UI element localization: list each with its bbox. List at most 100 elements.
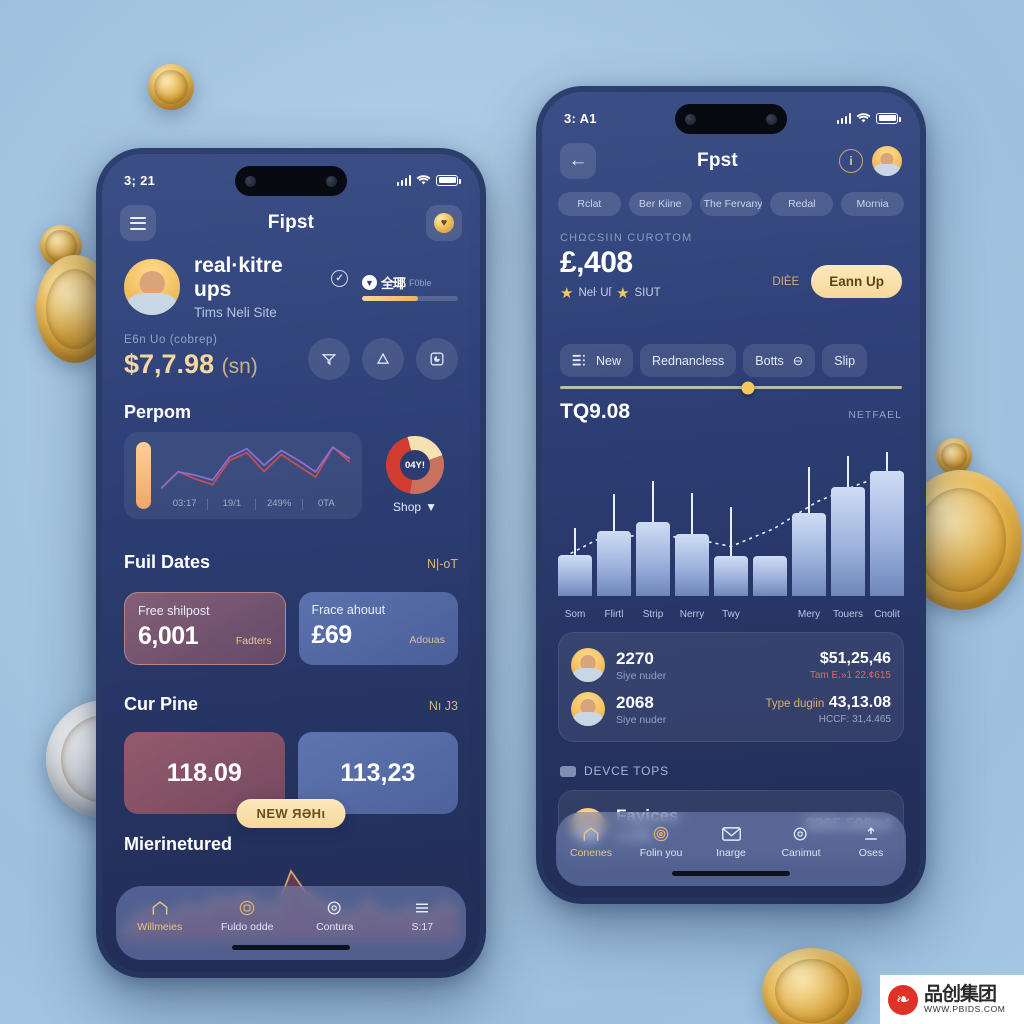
shop-dropdown[interactable]: Shop ▼ [393, 500, 437, 514]
table-row[interactable]: 2068 Siye nuder Type dugiin 43,13.08 HCC… [571, 687, 891, 731]
row-sub: HCCF: 31,4.465 [818, 713, 891, 725]
stat-tile-label: Free shilpost [138, 604, 210, 618]
row-amount: $51,25,46 [819, 649, 891, 667]
nav-item-comment[interactable]: Canimut [770, 824, 832, 859]
device-notch [675, 104, 787, 134]
filter-chip[interactable]: Mornia [841, 192, 904, 216]
bar-category-label: Touers [832, 609, 863, 620]
nav-label: Oses [858, 847, 884, 859]
filter-chip[interactable]: Redal [770, 192, 834, 216]
nav-item-uses[interactable]: Oses [840, 824, 902, 859]
coin-icon-button[interactable]: ♥ [425, 205, 462, 241]
range-slider[interactable] [560, 381, 902, 394]
status-indicators [836, 112, 901, 124]
coin-icon: ♥ [433, 213, 454, 233]
back-arrow-icon[interactable]: ← [560, 143, 596, 179]
profile-text: real·kitre ups ✓ Tims Neli Site [194, 254, 348, 320]
nav-item-home[interactable]: Conenes [560, 824, 622, 859]
fuil-dates-header: Fuil Dates N|-oT [124, 552, 458, 573]
swap-button[interactable] [362, 338, 404, 380]
fuil-dates-more-link[interactable]: N|-oT [427, 557, 458, 571]
back-arrow-glyph: ← [568, 150, 588, 171]
bar-wick [613, 494, 615, 531]
nav-item-funds[interactable]: Fuldo odde [210, 898, 284, 933]
left-bottom-nav: Willmeies Fuldo odde Contura S:17 [116, 886, 466, 960]
line-chart-ticks: 03:17 19/1 249% 0TA [161, 497, 350, 510]
nav-item-inbox[interactable]: Inarge [700, 824, 762, 859]
home-icon [150, 898, 170, 918]
history-button[interactable] [416, 338, 458, 380]
segment-tab-rednancless[interactable]: Rednancless [640, 344, 737, 377]
area-chart-title: Mierinetured [124, 834, 233, 854]
bar-chart-value: TQ9.08 [560, 400, 631, 423]
accent-pill [136, 442, 151, 509]
nav-label: Conenes [569, 847, 613, 859]
battery-icon [876, 112, 901, 124]
info-badge-icon[interactable]: i [839, 149, 863, 173]
bar-chart[interactable]: Som Flirtl Strip Nerry Twy Mery Touers Cnolit [558, 440, 904, 620]
balance-label: E6n Uo (cobrep) [124, 334, 218, 346]
performance-line-chart[interactable]: 03:17 19/1 249% 0TA [124, 432, 362, 519]
new-badge-pill[interactable]: NEW ЯƏHι [236, 799, 346, 828]
watermark-brand: 品创集团 [924, 984, 997, 1006]
filter-chip[interactable]: Rclat [558, 192, 621, 216]
bar-body [792, 513, 826, 596]
partner-badge-cn: 全瑘 [381, 276, 406, 291]
devce-tops-header: DEVCE TOPS [560, 764, 669, 778]
send-button[interactable] [308, 338, 350, 380]
table-row[interactable]: 2270 Siye nuder $51,25,46 Tam E.»1 22.¢6… [571, 643, 891, 687]
tick-label: 03:17 [172, 497, 197, 509]
row-subtitle: Siye nuder [616, 669, 667, 682]
partner-badge[interactable]: ▼ 全瑘 F0ble [362, 273, 458, 301]
nav-item-follow[interactable]: Folin you [630, 824, 692, 859]
status-time: 3: A1 [564, 110, 597, 126]
filter-chip[interactable]: The Fervany [699, 192, 763, 216]
segment-tab-slip[interactable]: Slip [822, 344, 868, 377]
avatar[interactable] [124, 259, 180, 315]
profile-name-row: real·kitre ups ✓ [194, 254, 348, 302]
donut-center-label: 04Y! [404, 459, 426, 471]
tick-label: 249% [254, 498, 303, 510]
segment-tab-new[interactable]: New [560, 344, 634, 377]
nav-item-home[interactable]: Willmeies [123, 898, 197, 933]
bar-wick [652, 480, 654, 523]
avatar[interactable] [872, 146, 902, 176]
status-time: 3; 21 [124, 172, 156, 188]
decorative-coin [936, 438, 972, 474]
stat-tile[interactable]: Frace ahouut £69 Adouas [298, 592, 458, 665]
bar-wick [574, 527, 576, 555]
slider-thumb[interactable] [741, 381, 755, 394]
bar-body [831, 487, 865, 596]
partner-progress-bar [362, 296, 458, 301]
segment-label: Slip [834, 353, 856, 368]
row-title: 2270 [616, 648, 654, 668]
nav-item-contacts[interactable]: Contura [298, 898, 372, 933]
avatar [571, 692, 605, 726]
header-actions: i [839, 146, 902, 176]
stat-tile[interactable]: Free shilpost 6,001 Fadters [124, 592, 286, 665]
fuil-dates-title: Fuil Dates [124, 552, 211, 572]
bar-body [753, 555, 787, 596]
segment-label: New [596, 353, 622, 368]
bar-category-labels: Som Flirtl Strip Nerry Twy Mery Touers Cnolit [558, 609, 904, 620]
row-subtitle: Siye nuder [616, 713, 667, 726]
upload-icon [861, 824, 881, 844]
donut-chart-block[interactable]: 04Y! Shop ▼ [372, 432, 458, 519]
tick-label: 0TA [301, 498, 350, 510]
sensor-icon [326, 175, 337, 187]
segment-tab-botts[interactable]: Botts ⊖ [743, 344, 816, 377]
stat-tile-value: £69 [311, 621, 353, 649]
chevron-down-icon: ▼ [425, 500, 437, 515]
filter-chip[interactable]: Ber Kiine [628, 192, 692, 216]
cur-pine-more-link[interactable]: Nı J3 [429, 699, 458, 713]
price-tile-value: 113,23 [340, 758, 416, 787]
bar-column [558, 440, 592, 596]
decorative-coin [762, 948, 862, 1024]
hamburger-menu-icon[interactable] [120, 205, 156, 241]
nav-label: Inarge [716, 847, 746, 859]
nav-label: Folin you [639, 847, 683, 859]
earn-up-button[interactable]: Eann Up [811, 265, 902, 298]
performance-section-header: Perpom [124, 402, 458, 423]
bar-column [753, 440, 787, 596]
nav-item-more[interactable]: S:17 [385, 898, 459, 933]
